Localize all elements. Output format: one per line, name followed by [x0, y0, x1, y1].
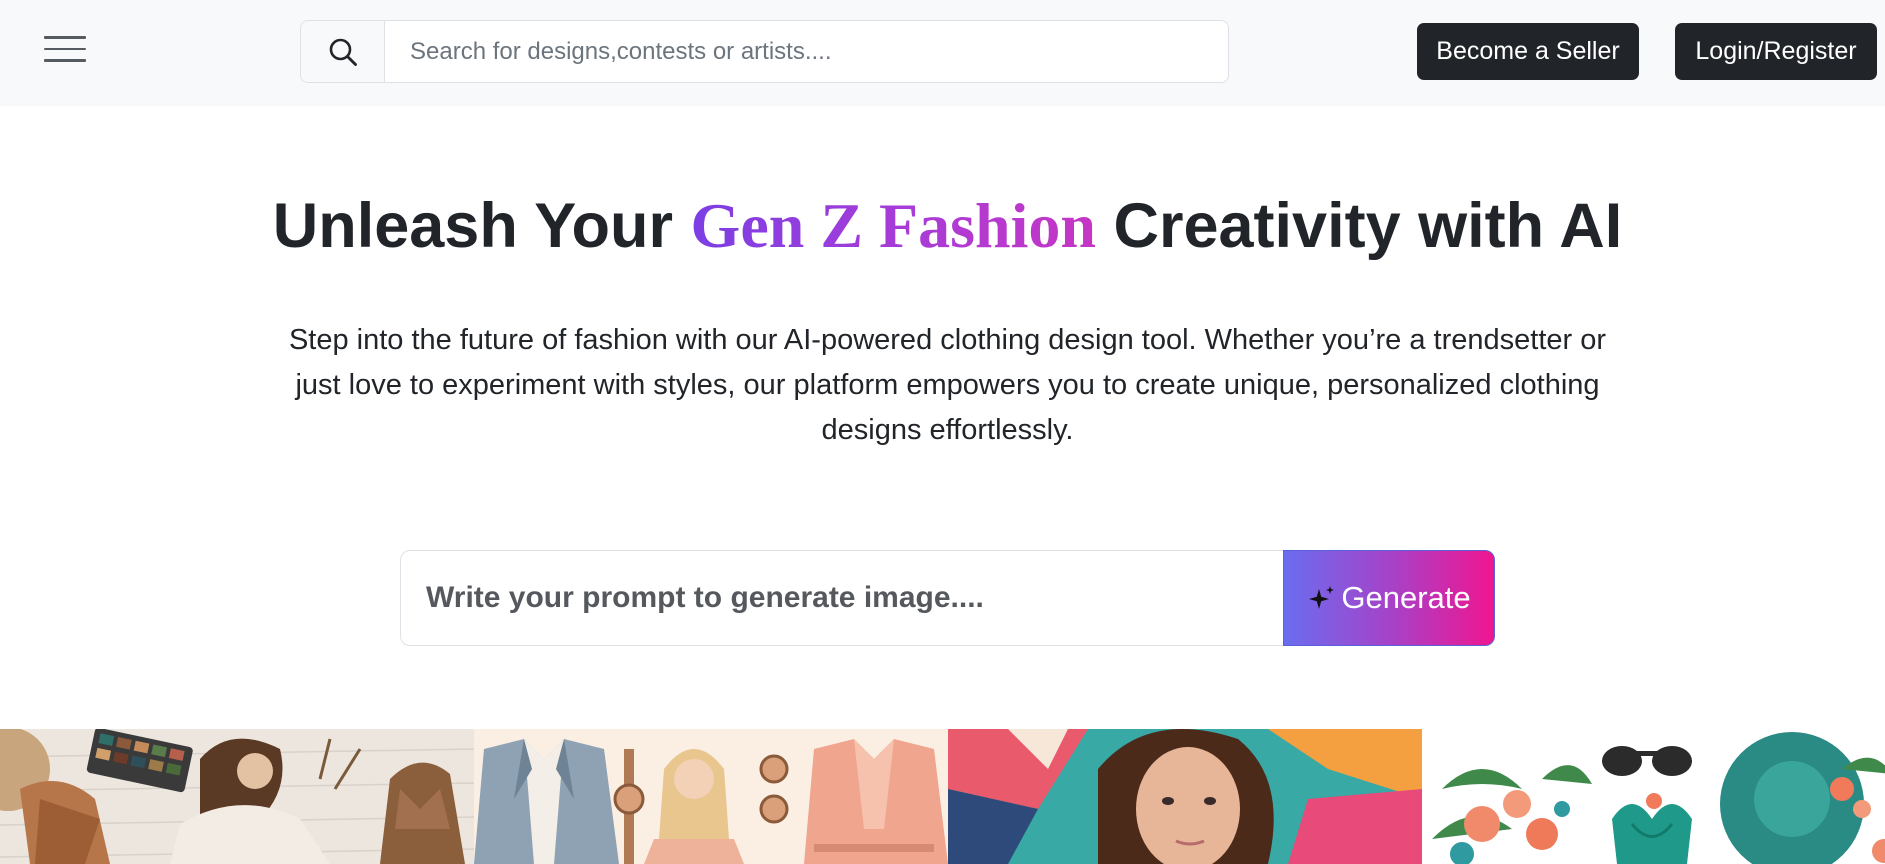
search-bar [300, 20, 1229, 83]
top-navbar: Become a Seller Login/Register [0, 0, 1885, 106]
inspiration-gallery [0, 729, 1885, 864]
become-seller-button[interactable]: Become a Seller [1417, 23, 1639, 80]
prompt-input[interactable] [400, 550, 1283, 646]
gallery-image-boho-flatlay[interactable] [0, 729, 474, 864]
hero-description: Step into the future of fashion with our… [288, 324, 1607, 446]
hero-title-accent: Gen Z Fashion [690, 190, 1096, 261]
hero-title-end: Creativity with AI [1095, 191, 1623, 261]
hamburger-menu-icon[interactable] [44, 36, 86, 68]
gallery-image-blazer-collage[interactable] [474, 729, 948, 864]
hero-title-start: Unleash Your [272, 191, 691, 261]
search-button[interactable] [300, 20, 384, 83]
generate-label: Generate [1341, 580, 1471, 615]
login-register-button[interactable]: Login/Register [1675, 23, 1877, 80]
gallery-image-tropical-swimwear[interactable] [1422, 729, 1885, 864]
sparkles-icon [1309, 586, 1335, 609]
search-icon [329, 38, 357, 66]
prompt-bar: Generate [400, 550, 1495, 646]
generate-button[interactable]: Generate [1283, 550, 1495, 646]
search-input[interactable] [384, 20, 1229, 83]
hero-title: Unleash Your Gen Z Fashion Creativity wi… [0, 188, 1885, 264]
gallery-image-colorful-portrait[interactable] [948, 729, 1422, 864]
